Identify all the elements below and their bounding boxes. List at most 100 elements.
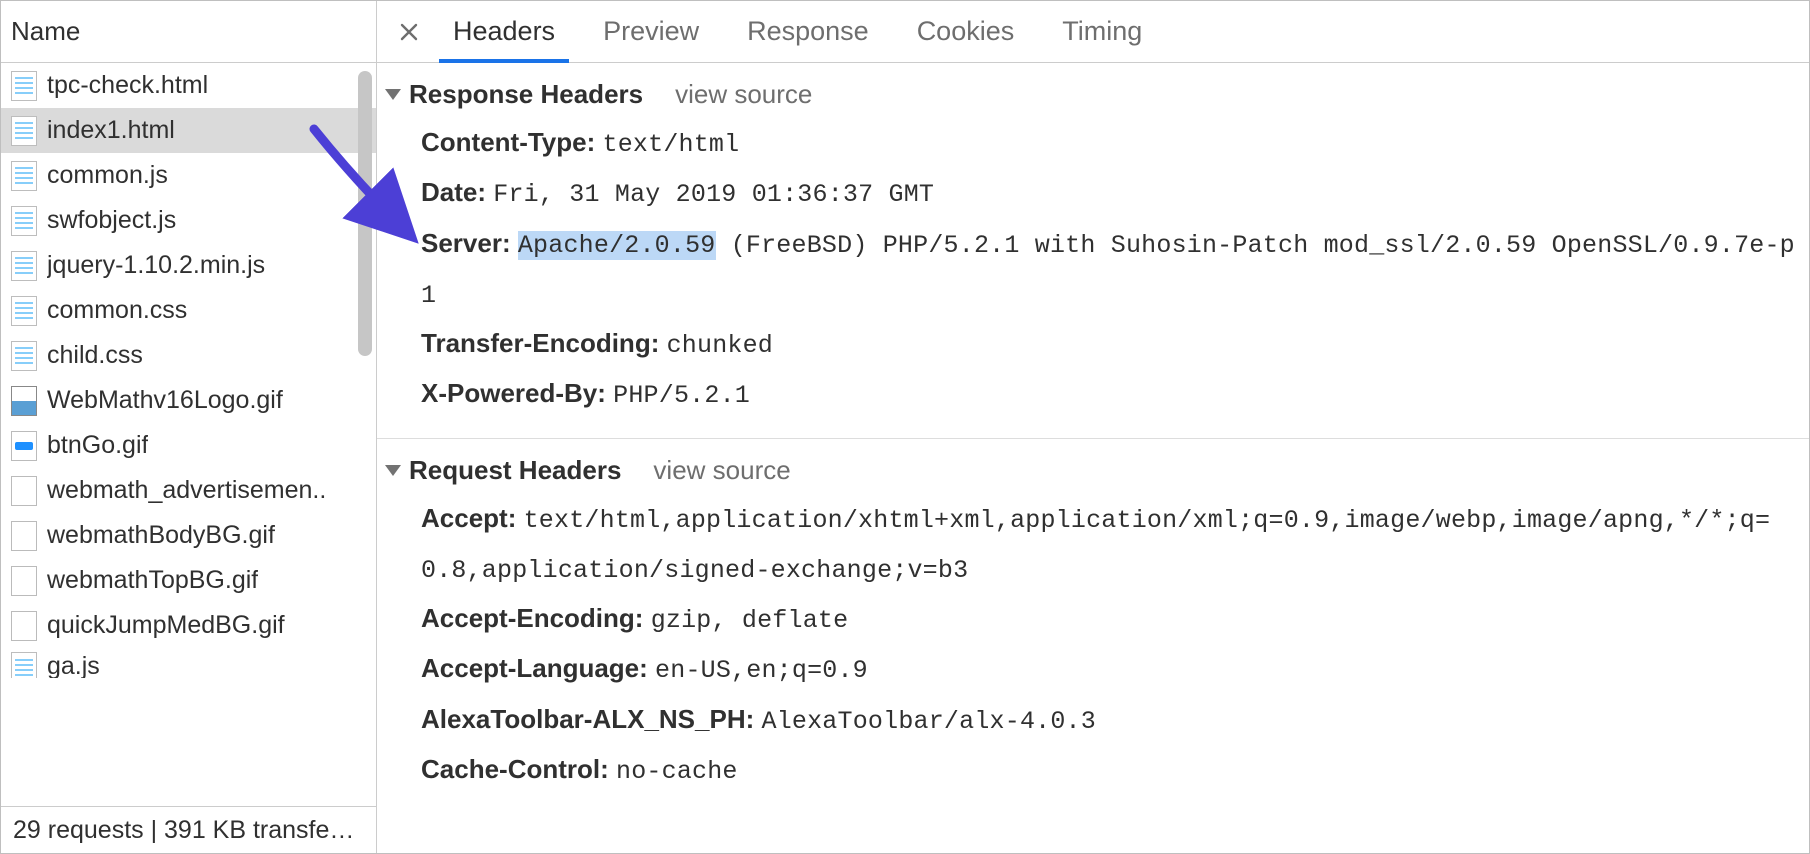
image-file-icon [11,431,37,461]
response-view-source-link[interactable]: view source [675,79,812,110]
file-name: webmathTopBG.gif [47,566,258,595]
file-row[interactable]: btnGo.gif [1,423,376,468]
file-row[interactable]: webmathBodyBG.gif [1,513,376,558]
tab-preview[interactable]: Preview [579,1,723,62]
request-headers-toggle[interactable]: Request Headers [385,455,621,486]
header-value: AlexaToolbar/alx-4.0.3 [762,707,1096,736]
request-view-source-link[interactable]: view source [653,455,790,486]
file-row[interactable]: tpc-check.html [1,63,376,108]
header-key: Accept-Encoding: [421,603,643,633]
response-headers-section: Response Headers view source Content-Typ… [377,63,1809,439]
file-row[interactable]: ga.js [1,648,376,678]
header-row: Accept: text/html,application/xhtml+xml,… [421,494,1799,595]
name-column-label: Name [11,16,80,47]
response-headers-toggle[interactable]: Response Headers [385,79,643,110]
header-value: Apache/2.0.59 (FreeBSD) PHP/5.2.1 with S… [421,231,1795,310]
file-row[interactable]: common.css [1,288,376,333]
document-file-icon [11,206,37,236]
file-name: webmathBodyBG.gif [47,521,275,550]
header-key: AlexaToolbar-ALX_NS_PH: [421,704,754,734]
headers-content: Response Headers view source Content-Typ… [377,63,1809,853]
header-row: Date: Fri, 31 May 2019 01:36:37 GMT [421,168,1799,218]
file-name: common.js [47,161,168,190]
document-file-icon [11,71,37,101]
close-icon[interactable] [389,1,429,62]
file-name: jquery-1.10.2.min.js [47,251,265,280]
file-name: quickJumpMedBG.gif [47,611,285,640]
tab-cookies[interactable]: Cookies [893,1,1039,62]
document-file-icon [11,251,37,281]
tab-timing[interactable]: Timing [1038,1,1166,62]
header-row: Server: Apache/2.0.59 (FreeBSD) PHP/5.2.… [421,219,1799,320]
chevron-down-icon [385,465,401,476]
header-value: no-cache [616,757,738,786]
header-row: X-Powered-By: PHP/5.2.1 [421,369,1799,419]
header-key: Content-Type: [421,127,595,157]
file-name: WebMathv16Logo.gif [47,386,283,415]
header-key: Cache-Control: [421,754,609,784]
header-key: Transfer-Encoding: [421,328,659,358]
document-file-icon [11,161,37,191]
header-value: gzip, deflate [651,606,849,635]
file-row[interactable]: webmath_advertisemen.. [1,468,376,513]
image-file-icon [11,476,37,506]
image-file-icon [11,566,37,596]
image-file-icon [11,386,37,416]
document-file-icon [11,116,37,146]
file-name: index1.html [47,116,175,145]
request-details-panel: Headers Preview Response Cookies Timing Resp… [377,1,1809,853]
file-row[interactable]: common.js [1,153,376,198]
header-key: Date: [421,177,486,207]
header-row: Accept-Encoding: gzip, deflate [421,594,1799,644]
document-file-icon [11,652,37,678]
file-row[interactable]: jquery-1.10.2.min.js [1,243,376,288]
file-name: swfobject.js [47,206,176,235]
name-column-header[interactable]: Name [1,1,376,63]
file-row[interactable]: WebMathv16Logo.gif [1,378,376,423]
header-row: Content-Type: text/html [421,118,1799,168]
scrollbar[interactable] [358,71,374,356]
tab-response[interactable]: Response [723,1,893,62]
file-list: tpc-check.html index1.html common.js swfobj… [1,63,376,806]
file-row[interactable]: index1.html [1,108,376,153]
tab-label: Cookies [917,16,1015,47]
header-value: chunked [667,331,773,360]
tab-label: Preview [603,16,699,47]
document-file-icon [11,341,37,371]
header-row: Accept-Language: en-US,en;q=0.9 [421,644,1799,694]
header-value: Fri, 31 May 2019 01:36:37 GMT [493,180,934,209]
header-row: Transfer-Encoding: chunked [421,319,1799,369]
tab-headers[interactable]: Headers [429,1,579,62]
file-name: btnGo.gif [47,431,148,460]
image-file-icon [11,521,37,551]
file-name: common.css [47,296,187,325]
chevron-down-icon [385,89,401,100]
highlighted-text: Apache/2.0.59 [518,231,716,260]
document-file-icon [11,296,37,326]
response-headers-title: Response Headers [409,79,643,110]
tab-label: Headers [453,16,555,47]
header-value: PHP/5.2.1 [613,381,750,410]
header-row: Cache-Control: no-cache [421,745,1799,795]
network-status-bar: 29 requests | 391 KB transfe… [1,806,376,853]
header-value: text/html [603,130,740,159]
file-row[interactable]: child.css [1,333,376,378]
file-row[interactable]: webmathTopBG.gif [1,558,376,603]
file-name: webmath_advertisemen.. [47,476,326,505]
image-file-icon [11,611,37,641]
tab-label: Timing [1062,16,1142,47]
file-name: ga.js [47,652,100,678]
tab-label: Response [747,16,869,47]
header-key: X-Powered-By: [421,378,606,408]
header-value: text/html,application/xhtml+xml,applicat… [421,506,1770,585]
file-name: tpc-check.html [47,71,208,100]
file-row[interactable]: swfobject.js [1,198,376,243]
header-key: Accept-Language: [421,653,648,683]
header-value: en-US,en;q=0.9 [655,656,868,685]
scrollbar-thumb[interactable] [358,71,372,356]
network-request-list-panel: Name tpc-check.html index1.html common.js s… [1,1,377,853]
file-row[interactable]: quickJumpMedBG.gif [1,603,376,648]
status-text: 29 requests | 391 KB transfe… [13,816,354,845]
request-headers-section: Request Headers view source Accept: text… [377,439,1809,814]
header-row: AlexaToolbar-ALX_NS_PH: AlexaToolbar/alx… [421,695,1799,745]
